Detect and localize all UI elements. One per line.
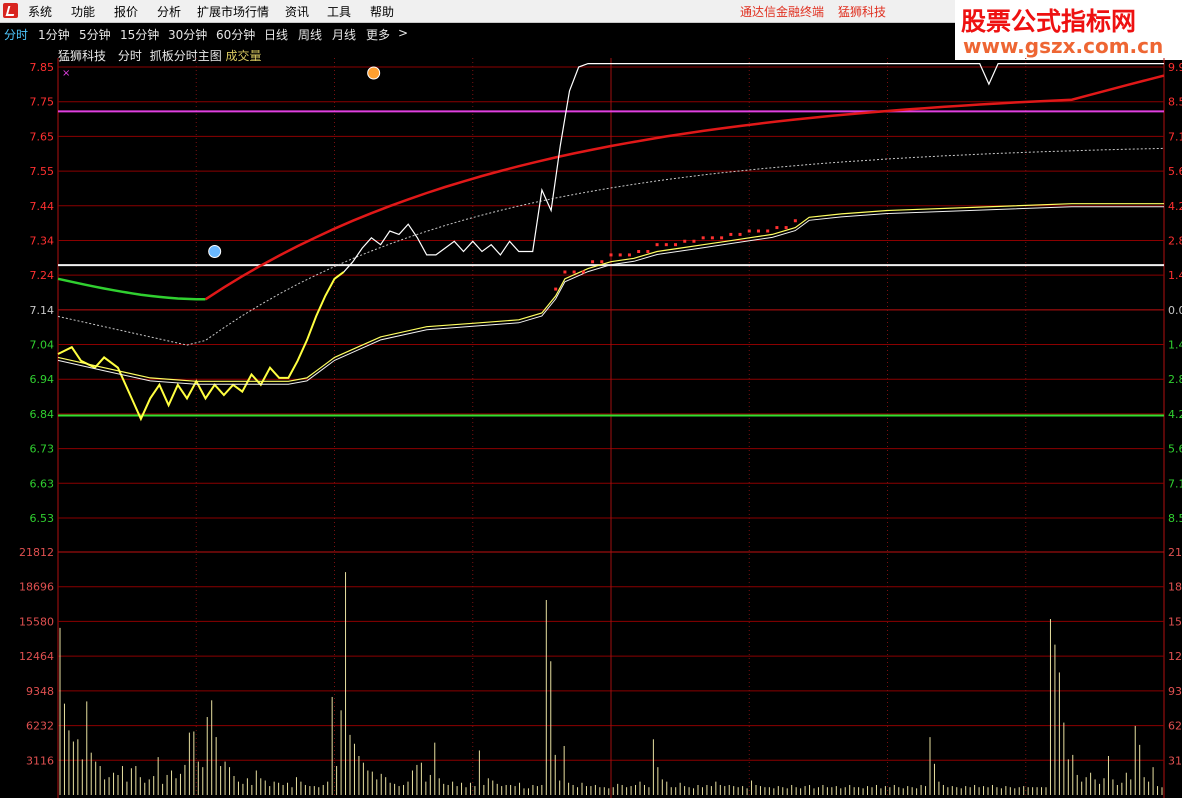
signal-marker <box>766 229 770 233</box>
volume-tick-label-right: 15 <box>1168 615 1182 628</box>
intraday-chart[interactable]: 7.85 9.9 7.75 8.5 7.65 7.1 7.55 5.6 7.44 4.2 7.34 2… <box>0 0 1182 798</box>
limit-up-signal-icon <box>367 66 381 80</box>
x-marker: × <box>62 68 70 79</box>
price-tick-label: 6.63 <box>30 477 55 490</box>
price-tick-label: 7.85 <box>30 61 55 74</box>
price-tick-label: 6.94 <box>30 373 55 386</box>
signal-marker <box>775 226 779 230</box>
price-tick-label: 6.73 <box>30 443 55 456</box>
price-tick-label: 7.24 <box>30 269 55 282</box>
volume-tick-label-right: 21 <box>1168 546 1182 559</box>
signal-marker <box>664 243 668 247</box>
signal-marker <box>784 226 788 230</box>
signal-marker <box>674 243 678 247</box>
price-tick-label: 7.75 <box>30 96 55 109</box>
volume-tick-label-right: 18 <box>1168 581 1182 594</box>
price-tick-label: 7.34 <box>30 234 55 247</box>
pct-tick-label: 4.2 <box>1168 200 1182 213</box>
pct-tick-label: 5.6 <box>1168 443 1182 456</box>
price-tick-label: 6.84 <box>30 408 55 421</box>
pct-tick-label: 0.0 <box>1168 304 1182 317</box>
signal-marker <box>720 236 724 240</box>
signal-marker <box>646 250 650 253</box>
volume-tick-label: 9348 <box>26 685 54 698</box>
signal-marker <box>683 239 687 243</box>
pct-tick-label: 7.1 <box>1168 477 1182 490</box>
volume-tick-label-right: 31 <box>1168 754 1182 767</box>
signal-marker <box>655 243 659 247</box>
pct-tick-label: 4.2 <box>1168 408 1182 421</box>
price-tick-label: 7.14 <box>30 304 55 317</box>
signal-marker <box>747 229 751 233</box>
price-tick-label: 7.44 <box>30 200 55 213</box>
volume-tick-label: 3116 <box>26 754 54 767</box>
volume-tick-label-right: 12 <box>1168 650 1182 663</box>
signal-marker <box>710 236 714 240</box>
signal-marker <box>600 260 604 264</box>
signal-marker <box>563 270 567 274</box>
signal-marker <box>701 236 705 240</box>
price-tick-label: 7.04 <box>30 339 55 352</box>
volume-tick-label-right: 62 <box>1168 720 1182 733</box>
signal-marker <box>591 260 595 264</box>
signal-marker <box>609 253 613 257</box>
price-line-yellow <box>57 271 345 422</box>
pct-tick-label: 8.5 <box>1168 96 1182 109</box>
pct-tick-label: 5.6 <box>1168 165 1182 178</box>
volume-tick-label-right: 93 <box>1168 685 1182 698</box>
price-tick-label: 7.55 <box>30 165 55 178</box>
pct-tick-label: 1.4 <box>1168 339 1182 352</box>
signal-marker <box>618 253 622 257</box>
volume-tick-label: 12464 <box>19 650 54 663</box>
volume-tick-label: 18696 <box>19 581 54 594</box>
pct-tick-label: 2.8 <box>1168 373 1182 386</box>
signal-marker <box>637 250 641 253</box>
signal-marker <box>756 229 760 233</box>
signal-marker <box>554 287 558 291</box>
signal-marker <box>627 253 631 257</box>
signal-marker <box>572 270 576 274</box>
signal-marker <box>692 239 696 243</box>
pct-tick-label: 9.9 <box>1168 61 1182 74</box>
pct-tick-label: 8.5 <box>1168 512 1182 525</box>
signal-marker <box>729 232 733 236</box>
signal-marker <box>738 232 742 236</box>
price-tick-label: 6.53 <box>30 512 55 525</box>
buy-signal-icon <box>208 245 222 258</box>
pct-tick-label: 1.4 <box>1168 269 1182 282</box>
pct-tick-label: 2.8 <box>1168 234 1182 247</box>
pct-tick-label: 7.1 <box>1168 130 1182 143</box>
volume-tick-label: 6232 <box>26 720 54 733</box>
volume-tick-label: 21812 <box>19 546 54 559</box>
price-tick-label: 7.65 <box>30 130 55 143</box>
trend-line-green <box>57 277 206 301</box>
signal-marker <box>581 270 585 274</box>
volume-tick-label: 15580 <box>19 615 54 628</box>
signal-marker <box>793 219 797 223</box>
